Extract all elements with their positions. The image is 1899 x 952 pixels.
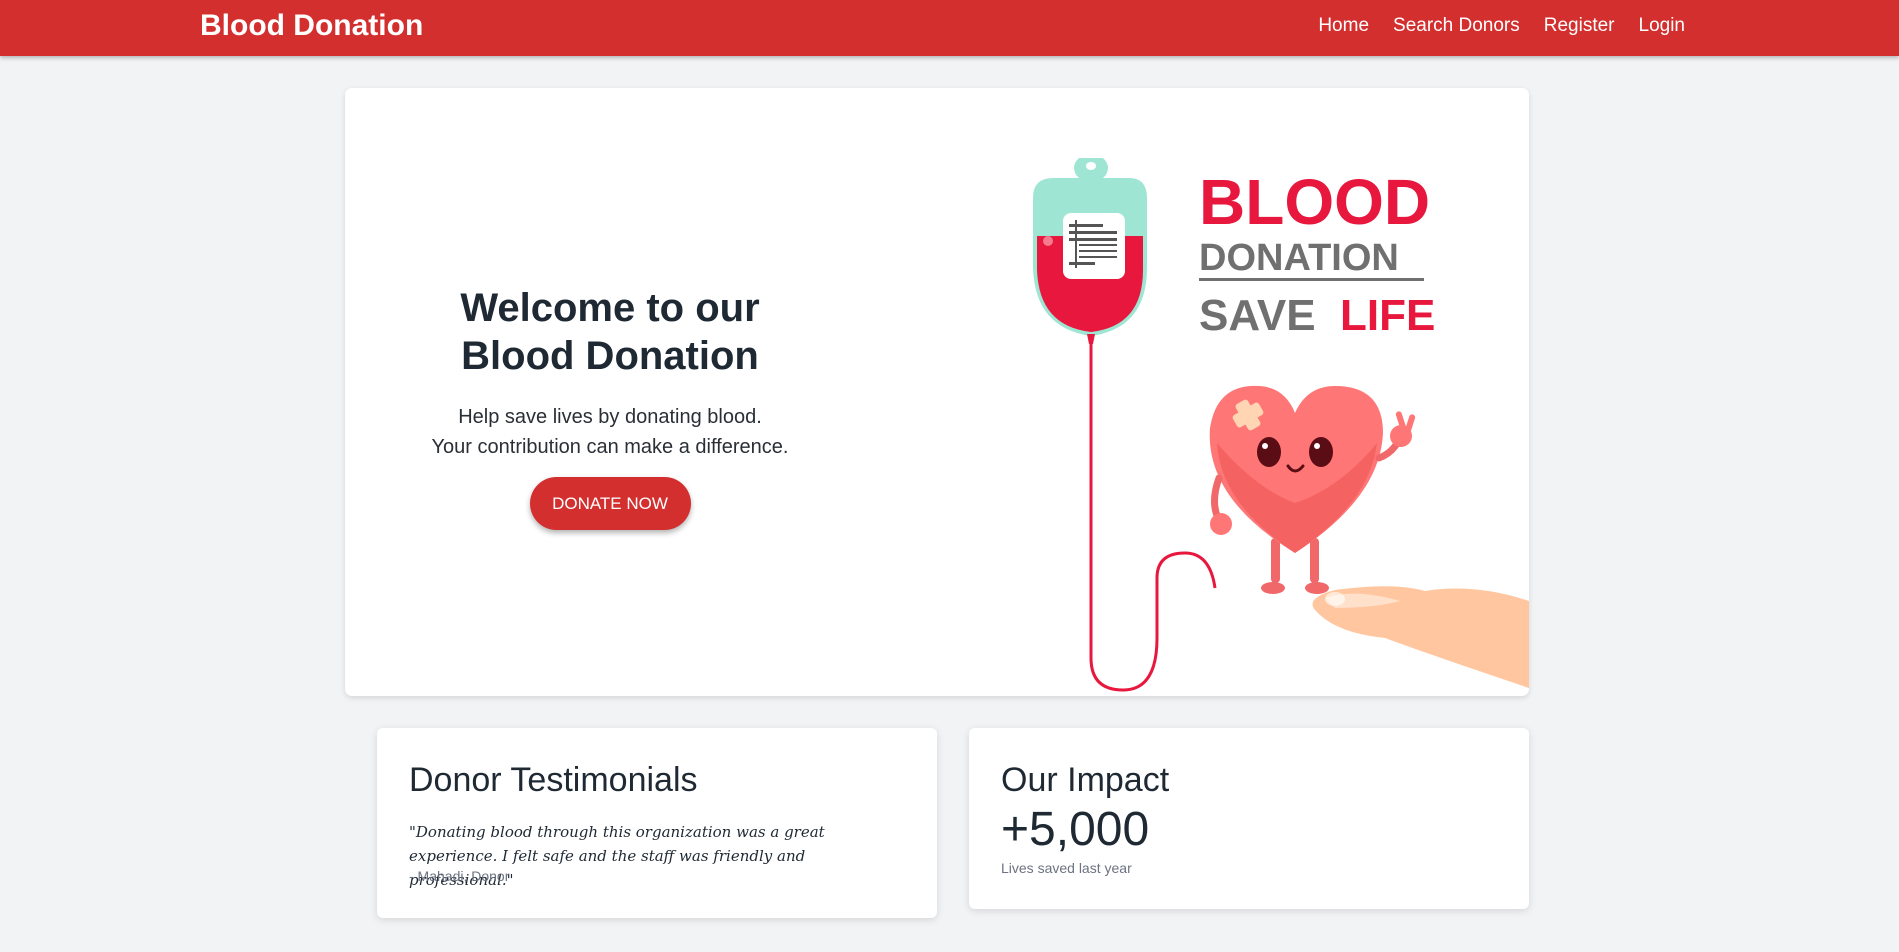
blood-donation-illustration: BLOOD DONATION SAVE LIFE (1033, 158, 1529, 692)
donate-now-button[interactable]: DONATE NOW (529, 477, 691, 530)
logo-word-blood: BLOOD (1199, 166, 1430, 238)
impact-label: Lives saved last year (1001, 860, 1132, 876)
heart-character-icon (1209, 385, 1416, 594)
logo-word-donation: DONATION (1199, 237, 1399, 279)
nav-search-donors-link[interactable]: Search Donors (1393, 15, 1520, 37)
nav-register-link[interactable]: Register (1544, 15, 1615, 37)
brand-logo-link[interactable]: Blood Donation (200, 9, 423, 43)
logo-word-save: SAVE (1199, 291, 1316, 340)
hand-icon (1312, 586, 1529, 688)
donor-testimonials-card: Donor Testimonials "Donating blood throu… (377, 728, 937, 918)
hero-subtitle-line1: Help save lives by donating blood. (458, 406, 762, 428)
navbar: Blood Donation Home Search Donors Regist… (0, 0, 1899, 56)
nav-login-link[interactable]: Login (1639, 15, 1686, 37)
our-impact-card: Our Impact +5,000 Lives saved last year (969, 728, 1529, 909)
hero-card: Welcome to our Blood Donation Help save … (345, 88, 1529, 696)
logo-word-life: LIFE (1340, 291, 1435, 340)
hero-title: Welcome to our Blood Donation (425, 284, 795, 380)
nav-home-link[interactable]: Home (1318, 15, 1369, 37)
impact-title: Our Impact (1001, 761, 1170, 799)
testimonials-title: Donor Testimonials (409, 761, 698, 799)
hero-title-line1: Welcome to our (460, 286, 760, 330)
hero-text: Welcome to our Blood Donation Help save … (425, 284, 795, 530)
blood-bag-icon (1033, 158, 1217, 692)
hero-subtitle: Help save lives by donating blood. Your … (425, 402, 795, 462)
save-life-logo: BLOOD DONATION SAVE LIFE (1199, 166, 1435, 340)
impact-number: +5,000 (1001, 803, 1150, 856)
testimonial-author: - Mahadi, Donor (409, 868, 510, 884)
hero-subtitle-line2: Your contribution can make a difference. (431, 436, 789, 458)
hero-title-line2: Blood Donation (461, 334, 759, 378)
nav-links: Home Search Donors Register Login (1318, 15, 1685, 37)
